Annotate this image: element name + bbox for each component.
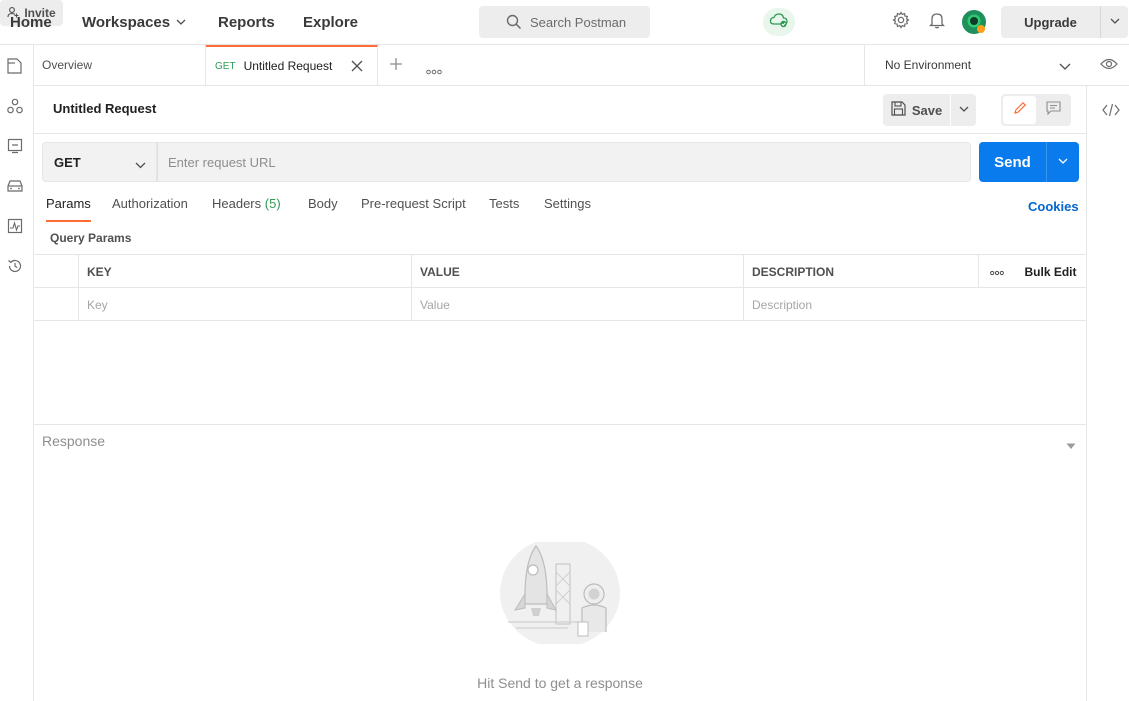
tab-settings[interactable]: Settings [544, 196, 591, 222]
send-button[interactable]: Send [979, 142, 1079, 182]
mock-servers-icon[interactable] [6, 177, 23, 194]
save-button[interactable]: Save [883, 94, 950, 126]
tab-strip: Overview GET Untitled Request No Environ… [34, 45, 1129, 86]
method-value: GET [54, 154, 81, 170]
search-icon [506, 14, 522, 30]
environments-icon[interactable] [6, 137, 23, 154]
save-icon [891, 101, 906, 119]
bulk-edit-button[interactable]: Bulk Edit [1015, 255, 1086, 288]
tab-headers[interactable]: Headers (5) [212, 196, 281, 222]
url-input[interactable] [157, 142, 971, 182]
nav-explore[interactable]: Explore [303, 0, 358, 44]
tab-untitled-request[interactable]: GET Untitled Request [206, 45, 378, 85]
pencil-icon [1013, 101, 1027, 120]
nav-home[interactable]: Home [10, 0, 52, 44]
request-title[interactable]: Untitled Request [53, 101, 156, 116]
tab-label: Untitled Request [243, 59, 333, 73]
column-header-key: KEY [78, 255, 411, 288]
cookies-link[interactable]: Cookies [1028, 199, 1079, 214]
tab-body[interactable]: Body [308, 196, 338, 222]
column-options-button[interactable] [978, 255, 1015, 288]
nav-reports-label: Reports [218, 13, 275, 31]
response-label: Response [42, 433, 106, 449]
table-row: Key Value Description [34, 288, 1086, 321]
avatar[interactable] [961, 9, 987, 35]
tab-prerequest-script[interactable]: Pre-request Script [361, 196, 466, 222]
chevron-down-icon [1058, 153, 1068, 171]
chevron-down-icon [1110, 13, 1120, 31]
tab-params[interactable]: Params [46, 196, 91, 222]
response-hint: Hit Send to get a response [477, 675, 643, 691]
column-header-value: VALUE [411, 255, 743, 288]
settings-button[interactable] [890, 10, 912, 34]
nav-workspaces-label: Workspaces [82, 13, 171, 31]
gear-icon [892, 10, 910, 34]
upgrade-button[interactable]: Upgrade [1001, 6, 1128, 38]
response-divider[interactable] [34, 424, 1086, 425]
code-icon[interactable] [1102, 103, 1120, 122]
collections-icon[interactable] [6, 57, 23, 74]
rocket-astronaut-illustration [498, 537, 622, 648]
value-input[interactable]: Value [411, 288, 743, 321]
column-header-description: DESCRIPTION [743, 255, 978, 288]
sync-status-button[interactable] [763, 8, 795, 36]
more-horizontal-icon [990, 265, 1004, 279]
monitors-icon[interactable] [6, 217, 23, 234]
close-icon[interactable] [351, 60, 363, 75]
params-table: KEY VALUE DESCRIPTION Bulk Edit Key Valu… [34, 254, 1086, 321]
save-dropdown[interactable] [951, 94, 976, 126]
tab-tests[interactable]: Tests [489, 196, 519, 222]
plus-icon[interactable] [389, 57, 403, 76]
checkbox-column-header [34, 255, 78, 288]
nav-home-label: Home [10, 13, 52, 31]
send-dropdown[interactable] [1046, 142, 1079, 182]
table-header-row: KEY VALUE DESCRIPTION Bulk Edit [34, 255, 1086, 288]
tab-overview-label: Overview [42, 58, 93, 72]
chevron-down-icon [176, 17, 186, 27]
environment-select[interactable]: No Environment [864, 45, 1085, 85]
row-checkbox-cell [34, 288, 78, 321]
top-header: Home Workspaces Reports Explore Search P… [0, 0, 1129, 45]
comments-mode-button[interactable] [1038, 96, 1069, 124]
search-placeholder: Search Postman [530, 14, 627, 30]
notifications-button[interactable] [927, 11, 947, 33]
tab-method-badge: GET [215, 60, 236, 72]
key-input[interactable]: Key [78, 288, 411, 321]
view-mode-toggle [1001, 94, 1071, 126]
right-sidebar [1086, 86, 1129, 701]
more-horizontal-icon[interactable] [426, 62, 442, 80]
header-divider [34, 133, 1086, 134]
edit-mode-button[interactable] [1003, 96, 1036, 124]
cloud-sync-icon [769, 12, 789, 33]
nav-reports[interactable]: Reports [218, 0, 275, 44]
bell-icon [928, 11, 946, 34]
comment-icon [1046, 100, 1061, 120]
history-icon[interactable] [6, 257, 23, 274]
save-label: Save [911, 102, 943, 118]
nav-workspaces[interactable]: Workspaces [82, 0, 186, 44]
chevron-down-icon [959, 101, 969, 119]
chevron-down-icon [1059, 60, 1071, 74]
tab-headers-label: Headers [212, 196, 262, 211]
query-params-label: Query Params [50, 231, 132, 245]
tab-authorization[interactable]: Authorization [112, 196, 188, 222]
left-sidebar [0, 45, 34, 701]
tab-overview[interactable]: Overview [34, 45, 206, 85]
chevron-down-icon [135, 158, 146, 173]
apis-icon[interactable] [6, 97, 23, 114]
nav-explore-label: Explore [303, 13, 359, 31]
description-input[interactable]: Description [743, 288, 1086, 321]
send-label: Send [994, 153, 1031, 171]
environment-label: No Environment [885, 58, 972, 72]
upgrade-label: Upgrade [1024, 14, 1077, 30]
caret-down-icon[interactable] [1066, 437, 1076, 455]
method-select[interactable]: GET [42, 142, 157, 182]
headers-count-badge: (5) [264, 196, 281, 211]
eye-icon[interactable] [1100, 57, 1118, 76]
upgrade-dropdown[interactable] [1100, 6, 1128, 38]
search-box[interactable]: Search Postman [479, 6, 650, 38]
